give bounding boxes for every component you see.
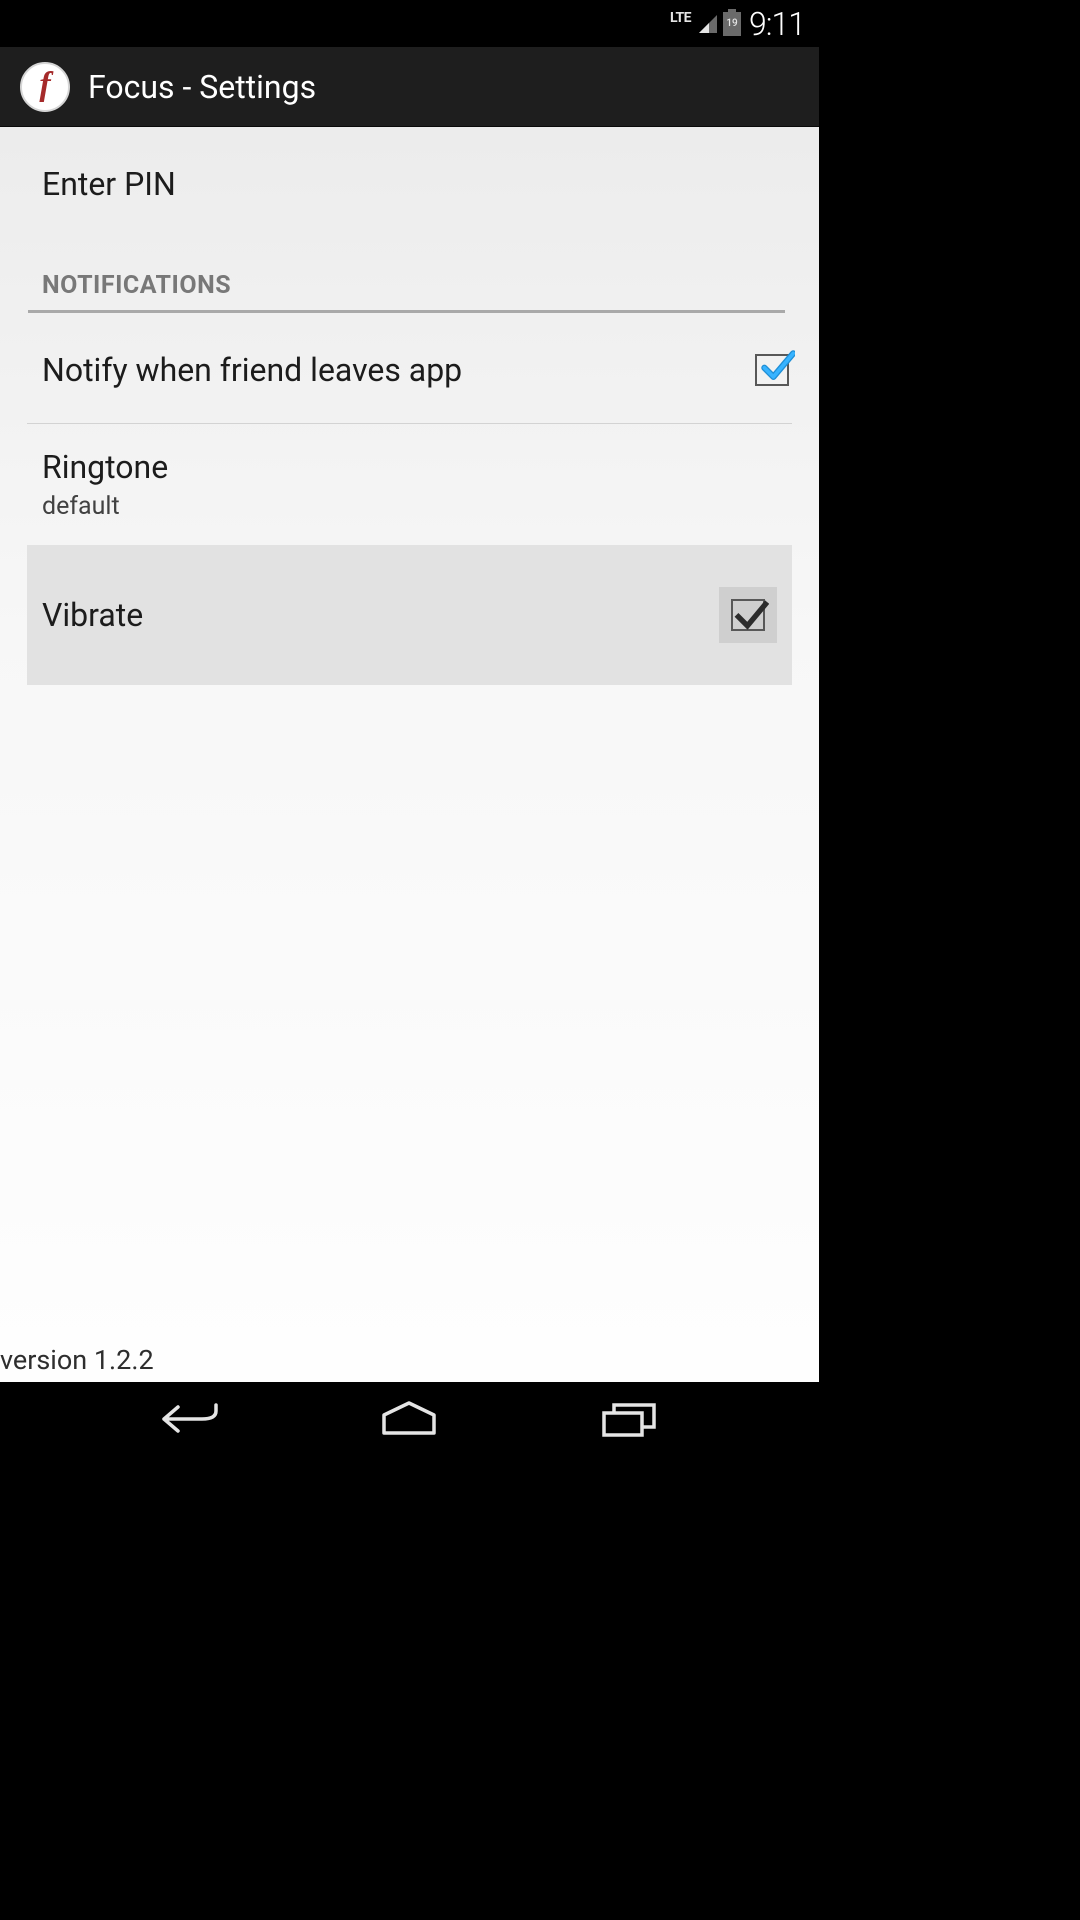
notify-friend-label: Notify when friend leaves app xyxy=(42,351,462,389)
check-icon xyxy=(759,348,795,384)
app-bar: f Focus - Settings xyxy=(0,47,819,127)
ringtone-value: default xyxy=(42,492,789,521)
back-button[interactable] xyxy=(150,1396,230,1442)
recents-button[interactable] xyxy=(589,1396,669,1442)
back-icon xyxy=(158,1401,222,1437)
enter-pin-label: Enter PIN xyxy=(42,165,789,203)
clock: 9:11 xyxy=(749,5,805,43)
notifications-section-header: NOTIFICATIONS xyxy=(0,237,819,317)
vibrate-label: Vibrate xyxy=(42,596,143,634)
signal-icon xyxy=(699,15,717,33)
battery-level: 19 xyxy=(726,18,737,29)
home-button[interactable] xyxy=(369,1396,449,1442)
ringtone-label: Ringtone xyxy=(42,448,789,486)
vibrate-checkbox-wrap[interactable] xyxy=(719,587,777,643)
version-text: version 1.2.2 xyxy=(0,1344,154,1376)
enter-pin-item[interactable]: Enter PIN xyxy=(0,131,819,237)
navigation-bar xyxy=(0,1382,819,1456)
app-icon[interactable]: f xyxy=(20,62,70,112)
section-divider xyxy=(28,310,785,313)
app-title: Focus - Settings xyxy=(88,68,316,106)
app-icon-letter: f xyxy=(39,66,50,104)
vibrate-item[interactable]: Vibrate xyxy=(27,545,792,685)
network-icon-lte: LTE xyxy=(670,10,691,26)
vibrate-checkbox[interactable] xyxy=(731,599,765,631)
ringtone-item[interactable]: Ringtone default xyxy=(0,424,819,545)
notify-friend-item[interactable]: Notify when friend leaves app xyxy=(0,317,819,423)
settings-content: Enter PIN NOTIFICATIONS Notify when frie… xyxy=(0,127,819,1382)
notify-friend-checkbox[interactable] xyxy=(755,354,789,386)
status-bar: LTE 19 9:11 xyxy=(0,0,819,47)
home-icon xyxy=(380,1401,438,1437)
notifications-section-title: NOTIFICATIONS xyxy=(42,271,777,310)
check-icon xyxy=(733,597,769,633)
recents-icon xyxy=(600,1401,658,1437)
battery-icon: 19 xyxy=(723,12,741,36)
